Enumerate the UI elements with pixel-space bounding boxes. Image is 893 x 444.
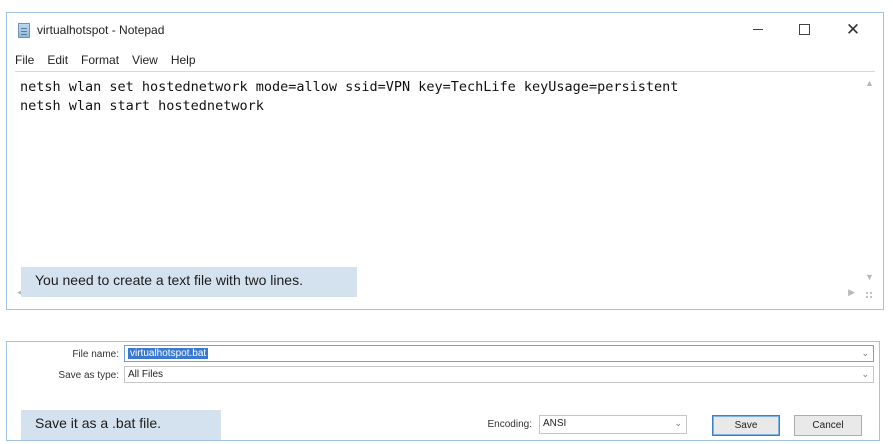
menu-format[interactable]: Format [81,53,119,67]
vertical-scrollbar[interactable]: ▲ ▼ [861,72,877,286]
encoding-label: Encoding: [487,419,532,430]
menu-bar: File Edit Format View Help [7,49,883,71]
chevron-down-icon[interactable]: ⌄ [861,348,869,359]
chevron-down-icon[interactable]: ⌄ [674,418,682,429]
chevron-down-icon[interactable]: ⌄ [861,369,869,380]
save-button[interactable]: Save [712,415,780,436]
save-type-select[interactable]: All Files ⌄ [124,366,874,383]
encoding-value: ANSI [543,418,567,429]
scroll-down-icon[interactable]: ▼ [865,272,874,282]
caption-text-file: You need to create a text file with two … [21,267,357,297]
close-button[interactable]: ✕ [830,13,876,45]
editor-content[interactable]: netsh wlan set hostednetwork mode=allow … [20,78,678,116]
text-line: netsh wlan start hostednetwork [20,98,264,114]
text-line: netsh wlan set hostednetwork mode=allow … [20,79,679,95]
file-name-value: virtualhotspot.bat [128,348,209,359]
cancel-button[interactable]: Cancel [794,415,862,436]
save-type-label: Save as type: [58,370,119,381]
scroll-right-icon[interactable]: ▶ [848,287,855,298]
maximize-button[interactable] [781,13,827,45]
title-bar[interactable]: virtualhotspot - Notepad ✕ [7,13,883,47]
resize-grip-icon[interactable] [865,291,873,299]
minimize-icon [753,28,763,30]
menu-help[interactable]: Help [171,53,196,67]
scroll-up-icon[interactable]: ▲ [865,78,874,88]
menu-edit[interactable]: Edit [47,53,68,67]
file-name-label: File name: [72,349,119,360]
file-name-input[interactable]: virtualhotspot.bat ⌄ [124,345,874,362]
notepad-window: virtualhotspot - Notepad ✕ File Edit For… [6,12,884,310]
caption-bat-file: Save it as a .bat file. [21,410,221,440]
window-title: virtualhotspot - Notepad [37,23,165,37]
notepad-icon [18,23,30,38]
menu-view[interactable]: View [132,53,158,67]
close-icon: ✕ [845,19,861,39]
maximize-icon [798,23,810,35]
save-type-value: All Files [128,369,164,380]
menu-file[interactable]: File [15,53,34,67]
encoding-select[interactable]: ANSI ⌄ [539,415,687,434]
minimize-button[interactable] [735,13,781,45]
